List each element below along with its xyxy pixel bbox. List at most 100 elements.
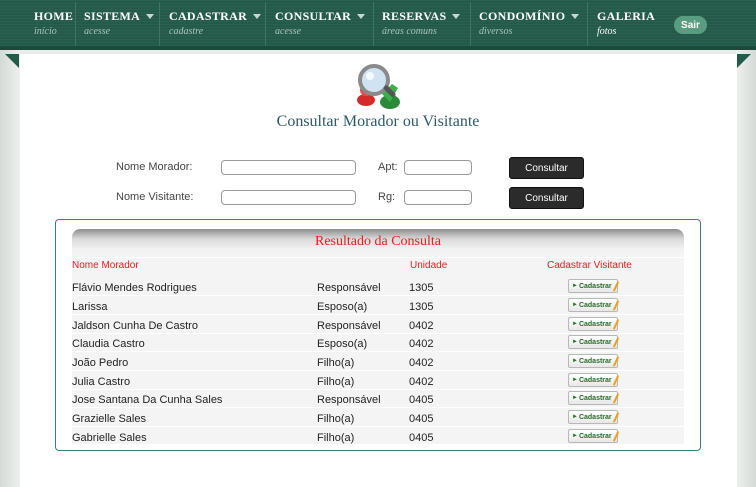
arrow-right-icon: ► bbox=[572, 321, 578, 327]
pencil-icon bbox=[612, 411, 620, 423]
row-nome: Grazielle Sales bbox=[72, 413, 146, 425]
apt-label: Apt: bbox=[378, 161, 398, 173]
nav-condominio[interactable]: CONDOMÍNIO diversos bbox=[479, 0, 580, 46]
cadastrar-visitante-button[interactable]: ► Cadastrar bbox=[568, 354, 620, 368]
arrow-right-icon: ► bbox=[572, 414, 578, 420]
cadastrar-button-label: Cadastrar bbox=[578, 432, 612, 440]
visitante-label: Nome Visitante: bbox=[116, 191, 194, 203]
consultar-visitante-button[interactable]: Consultar bbox=[509, 187, 584, 209]
nav-home[interactable]: HOME início bbox=[34, 0, 73, 46]
arrow-right-icon: ► bbox=[572, 395, 578, 401]
chevron-down-icon bbox=[253, 14, 262, 19]
row-unidade: 0402 bbox=[409, 338, 434, 350]
morador-input[interactable] bbox=[221, 160, 356, 175]
nav-cadastrar-sub: cadastre bbox=[169, 26, 204, 37]
arrow-right-icon: ► bbox=[572, 358, 578, 364]
consultar-morador-button[interactable]: Consultar bbox=[509, 157, 584, 179]
nav-home-label: HOME bbox=[34, 9, 74, 23]
row-nome: Larissa bbox=[72, 301, 108, 313]
nav-consultar-sub: acesse bbox=[275, 26, 302, 37]
nav-divider bbox=[159, 2, 160, 46]
nav-consultar[interactable]: CONSULTAR acesse bbox=[275, 0, 366, 46]
nav-cadastrar[interactable]: CADASTRAR cadastre bbox=[169, 0, 262, 46]
nav-sistema-sub: acesse bbox=[84, 26, 111, 37]
background-left bbox=[0, 0, 20, 487]
cadastrar-visitante-button[interactable]: ► Cadastrar bbox=[568, 410, 620, 424]
row-unidade: 0405 bbox=[409, 394, 434, 406]
table-row: Grazielle Sales Filho(a) 0405 ► Cadastrar bbox=[72, 409, 684, 427]
row-unidade: 0405 bbox=[409, 413, 434, 425]
row-unidade: 1305 bbox=[409, 301, 434, 313]
results-title: Resultado da Consulta bbox=[315, 234, 441, 249]
cadastrar-button-label: Cadastrar bbox=[578, 413, 612, 421]
nav-condominio-label: CONDOMÍNIO bbox=[479, 9, 566, 23]
nav-galeria[interactable]: GALERIA fotos bbox=[597, 0, 655, 46]
nav-divider bbox=[470, 2, 471, 46]
table-row: Larissa Esposo(a) 1305 ► Cadastrar bbox=[72, 297, 684, 315]
row-unidade: 0402 bbox=[409, 357, 434, 369]
row-tipo: Filho(a) bbox=[317, 413, 355, 425]
nav-galeria-label: GALERIA bbox=[597, 9, 656, 23]
row-nome: Jose Santana Da Cunha Sales bbox=[72, 394, 223, 406]
cadastrar-button-label: Cadastrar bbox=[578, 357, 612, 365]
ribbon-fold-left bbox=[5, 54, 19, 68]
page-title: Consultar Morador ou Visitante bbox=[276, 113, 480, 130]
row-tipo: Filho(a) bbox=[317, 357, 355, 369]
cadastrar-visitante-button[interactable]: ► Cadastrar bbox=[568, 429, 620, 443]
visitante-input[interactable] bbox=[221, 190, 356, 205]
nav-consultar-label: CONSULTAR bbox=[275, 9, 352, 23]
pencil-icon bbox=[612, 355, 620, 367]
row-nome: Julia Castro bbox=[72, 376, 131, 388]
chevron-down-icon bbox=[357, 14, 366, 19]
arrow-right-icon: ► bbox=[572, 339, 578, 345]
cadastrar-visitante-button[interactable]: ► Cadastrar bbox=[568, 391, 620, 405]
table-row: Flávio Mendes Rodrigues Responsável 1305 ► C… bbox=[72, 278, 684, 296]
table-row: Jose Santana Da Cunha Sales Responsável 04… bbox=[72, 390, 684, 408]
ribbon-fold-right bbox=[737, 54, 751, 68]
row-unidade: 1305 bbox=[409, 282, 434, 294]
apt-input[interactable] bbox=[404, 160, 472, 175]
row-tipo: Filho(a) bbox=[317, 376, 355, 388]
pencil-icon bbox=[612, 280, 620, 292]
row-unidade: 0402 bbox=[409, 320, 434, 332]
cadastrar-button-label: Cadastrar bbox=[578, 282, 612, 290]
nav-divider bbox=[265, 2, 266, 46]
arrow-right-icon: ► bbox=[572, 283, 578, 289]
nav-galeria-sub: fotos bbox=[597, 26, 617, 37]
logout-button[interactable]: Sair bbox=[674, 16, 707, 34]
nav-reservas-label: RESERVAS bbox=[382, 9, 447, 23]
cadastrar-visitante-button[interactable]: ► Cadastrar bbox=[568, 335, 620, 349]
nav-cadastrar-label: CADASTRAR bbox=[169, 9, 248, 23]
pencil-icon bbox=[612, 318, 620, 330]
cadastrar-visitante-button[interactable]: ► Cadastrar bbox=[568, 298, 620, 312]
chevron-down-icon bbox=[146, 14, 155, 19]
pencil-icon bbox=[612, 299, 620, 311]
row-nome: João Pedro bbox=[72, 357, 129, 369]
cadastrar-visitante-button[interactable]: ► Cadastrar bbox=[568, 373, 620, 387]
pencil-icon bbox=[612, 392, 620, 404]
morador-label: Nome Morador: bbox=[116, 161, 193, 173]
rg-input[interactable] bbox=[404, 190, 472, 205]
arrow-right-icon: ► bbox=[572, 302, 578, 308]
nav-condominio-sub: diversos bbox=[479, 26, 513, 37]
table-row: Gabrielle Sales Filho(a) 0405 ► Cadastrar bbox=[72, 428, 684, 446]
arrow-right-icon: ► bbox=[572, 377, 578, 383]
cadastrar-button-label: Cadastrar bbox=[578, 338, 612, 346]
chevron-down-icon bbox=[452, 14, 461, 19]
column-header-cadastrar: Cadastrar Visitante bbox=[547, 260, 632, 271]
top-navigation: HOME início SISTEMA acesse CADASTRAR cad… bbox=[0, 0, 756, 50]
cadastrar-visitante-button[interactable]: ► Cadastrar bbox=[568, 317, 620, 331]
cadastrar-button-label: Cadastrar bbox=[578, 394, 612, 402]
cadastrar-visitante-button[interactable]: ► Cadastrar bbox=[568, 279, 620, 293]
row-tipo: Responsável bbox=[317, 282, 381, 294]
row-tipo: Esposo(a) bbox=[317, 338, 368, 350]
nav-divider bbox=[373, 2, 374, 46]
row-unidade: 0405 bbox=[409, 432, 434, 444]
row-nome: Jaldson Cunha De Castro bbox=[72, 320, 198, 332]
row-nome: Flávio Mendes Rodrigues bbox=[72, 282, 197, 294]
search-users-icon bbox=[357, 64, 400, 109]
cadastrar-button-label: Cadastrar bbox=[578, 301, 612, 309]
nav-sistema[interactable]: SISTEMA acesse bbox=[84, 0, 155, 46]
nav-reservas[interactable]: RESERVAS áreas comuns bbox=[382, 0, 461, 46]
table-row: Claudia Castro Esposo(a) 0402 ► Cadastrar bbox=[72, 334, 684, 352]
